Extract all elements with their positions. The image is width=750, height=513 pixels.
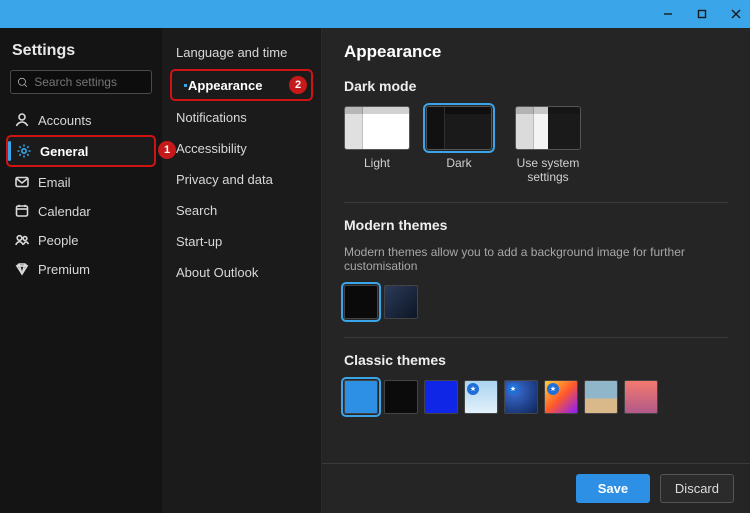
primary-nav: Accounts General 1 Email Calendar People <box>6 106 156 283</box>
dark-mode-heading: Dark mode <box>344 78 728 94</box>
mode-dark-label: Dark <box>446 156 471 170</box>
gear-icon <box>16 143 32 159</box>
mode-system-thumb <box>515 106 581 150</box>
people-icon <box>14 232 30 248</box>
mode-dark-thumb <box>426 106 492 150</box>
main-panel: Appearance Dark mode Light Dark Use syst… <box>322 28 750 513</box>
nav-people[interactable]: People <box>6 226 156 254</box>
mode-system[interactable]: Use system settings <box>508 106 588 184</box>
settings-title: Settings <box>6 36 156 64</box>
classic-swatch-8[interactable] <box>624 380 658 414</box>
sidebar-secondary: Language and time Appearance 2 Notificat… <box>162 28 322 513</box>
mid-language-time[interactable]: Language and time <box>162 38 321 67</box>
nav-label: Email <box>38 175 71 190</box>
classic-swatch-1[interactable] <box>344 380 378 414</box>
classic-theme-row <box>344 380 728 414</box>
mid-appearance-highlight: Appearance 2 <box>170 69 313 101</box>
modern-swatch-2[interactable] <box>384 285 418 319</box>
app-body: Settings Accounts General 1 Email Calend… <box>0 28 750 513</box>
save-button[interactable]: Save <box>576 474 650 503</box>
nav-general[interactable]: General 1 <box>6 135 156 167</box>
mail-icon <box>14 174 30 190</box>
nav-label: Accounts <box>38 113 91 128</box>
footer-actions: Save Discard <box>322 463 750 513</box>
modern-swatch-1[interactable] <box>344 285 378 319</box>
classic-swatch-3[interactable] <box>424 380 458 414</box>
main-scroll[interactable]: Appearance Dark mode Light Dark Use syst… <box>322 28 750 463</box>
section-classic-themes: Classic themes <box>344 352 728 418</box>
mid-startup[interactable]: Start-up <box>162 227 321 256</box>
nav-email[interactable]: Email <box>6 168 156 196</box>
search-input[interactable] <box>34 75 145 89</box>
search-box[interactable] <box>10 70 152 94</box>
diamond-icon <box>14 261 30 277</box>
discard-button[interactable]: Discard <box>660 474 734 503</box>
dark-mode-options: Light Dark Use system settings <box>344 106 728 184</box>
mid-notifications[interactable]: Notifications <box>162 103 321 132</box>
classic-swatch-5[interactable] <box>504 380 538 414</box>
classic-swatch-2[interactable] <box>384 380 418 414</box>
classic-swatch-6[interactable] <box>544 380 578 414</box>
window-maximize-button[interactable] <box>694 6 710 22</box>
nav-label: Calendar <box>38 204 91 219</box>
premium-star-icon <box>547 383 559 395</box>
mode-light-label: Light <box>364 156 390 170</box>
mid-search[interactable]: Search <box>162 196 321 225</box>
mode-system-label: Use system settings <box>508 156 588 184</box>
nav-label: People <box>38 233 78 248</box>
mode-light[interactable]: Light <box>344 106 410 184</box>
modern-desc: Modern themes allow you to add a backgro… <box>344 245 728 273</box>
mid-accessibility[interactable]: Accessibility <box>162 134 321 163</box>
calendar-icon <box>14 203 30 219</box>
search-icon <box>17 76 28 89</box>
section-modern-themes: Modern themes Modern themes allow you to… <box>344 217 728 338</box>
mode-dark[interactable]: Dark <box>426 106 492 184</box>
page-title: Appearance <box>344 42 728 62</box>
nav-label: Premium <box>38 262 90 277</box>
modern-theme-row <box>344 285 728 319</box>
classic-swatch-7[interactable] <box>584 380 618 414</box>
modern-heading: Modern themes <box>344 217 728 233</box>
nav-calendar[interactable]: Calendar <box>6 197 156 225</box>
mid-about[interactable]: About Outlook <box>162 258 321 287</box>
mid-appearance[interactable]: Appearance <box>182 78 262 93</box>
annotation-badge-2: 2 <box>289 76 307 94</box>
secondary-nav: Language and time Appearance 2 Notificat… <box>162 38 321 287</box>
premium-star-icon <box>467 383 479 395</box>
mode-light-thumb <box>344 106 410 150</box>
section-dark-mode: Dark mode Light Dark Use system settings <box>344 78 728 203</box>
window-minimize-button[interactable] <box>660 6 676 22</box>
mid-privacy[interactable]: Privacy and data <box>162 165 321 194</box>
window-close-button[interactable] <box>728 6 744 22</box>
title-bar <box>0 0 750 28</box>
person-icon <box>14 112 30 128</box>
classic-swatch-4[interactable] <box>464 380 498 414</box>
nav-premium[interactable]: Premium <box>6 255 156 283</box>
classic-heading: Classic themes <box>344 352 728 368</box>
premium-star-icon <box>507 383 519 395</box>
nav-accounts[interactable]: Accounts <box>6 106 156 134</box>
sidebar-primary: Settings Accounts General 1 Email Calend… <box>0 28 162 513</box>
nav-label: General <box>40 144 88 159</box>
